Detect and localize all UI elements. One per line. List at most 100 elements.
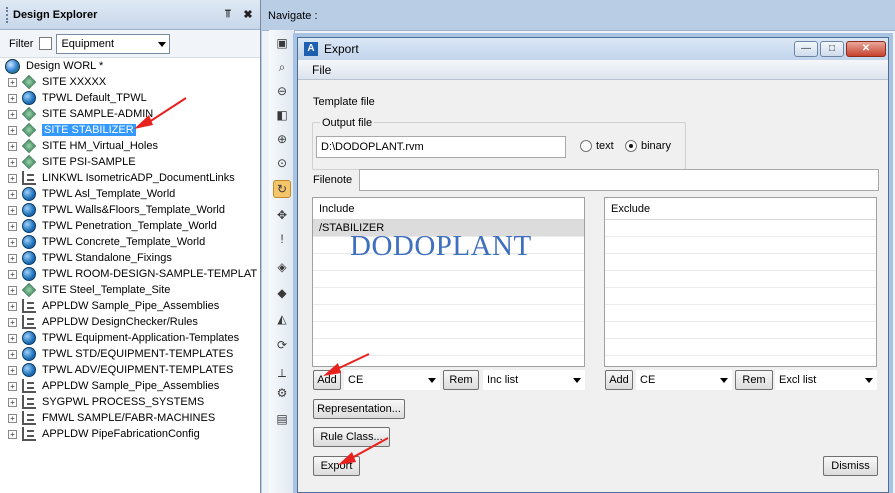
grip-icon[interactable]	[6, 6, 9, 23]
tree-item[interactable]: + APPLDW Sample_Pipe_Assemblies	[0, 298, 260, 314]
tree-item[interactable]: + TPWL Concrete_Template_World	[0, 234, 260, 250]
expand-icon[interactable]: +	[8, 109, 17, 119]
tree-item[interactable]: + SITE XXXXX	[0, 74, 260, 90]
filenote-input[interactable]	[359, 169, 879, 191]
walk-icon[interactable]: !	[273, 230, 291, 248]
tree-item[interactable]: + SITE Steel_Template_Site	[0, 282, 260, 298]
include-rem-button[interactable]: Rem	[443, 370, 479, 390]
tree-item[interactable]: + APPLDW DesignChecker/Rules	[0, 314, 260, 330]
excl-list-dropdown[interactable]: Excl list	[775, 370, 877, 390]
output-file-input[interactable]: D:\DODOPLANT.rvm	[316, 136, 566, 158]
zoom-in-icon[interactable]: ⊕	[273, 130, 291, 148]
tree-item[interactable]: + TPWL STD/EQUIPMENT-TEMPLATES	[0, 346, 260, 362]
tree-item[interactable]: + SITE STABILIZER	[0, 122, 260, 138]
tree-root[interactable]: Design WORL *	[0, 58, 260, 74]
tree-item[interactable]: + SITE HM_Virtual_Holes	[0, 138, 260, 154]
inc-list-value: Inc list	[487, 374, 519, 386]
expand-icon[interactable]: +	[8, 429, 17, 439]
expand-icon[interactable]: +	[8, 77, 17, 87]
list-row	[605, 339, 876, 356]
design-world-icon	[5, 58, 20, 74]
tree-item[interactable]: + LINKWL IsometricADP_DocumentLinks	[0, 170, 260, 186]
tree-item[interactable]: + TPWL Default_TPWL	[0, 90, 260, 106]
exclude-rem-button[interactable]: Rem	[735, 370, 773, 390]
tree-item-label: TPWL ROOM-DESIGN-SAMPLE-TEMPLAT	[42, 268, 258, 280]
tree-item[interactable]: + APPLDW Sample_Pipe_Assemblies	[0, 378, 260, 394]
world-icon	[22, 331, 36, 345]
representation-button[interactable]: Representation...	[313, 399, 405, 419]
expand-icon[interactable]: +	[8, 285, 17, 295]
expand-icon[interactable]: +	[8, 253, 17, 263]
expand-icon[interactable]: +	[8, 189, 17, 199]
exclude-ce-dropdown[interactable]: CE	[636, 370, 732, 390]
filter-dropdown[interactable]: Equipment	[56, 33, 171, 54]
site-icon	[21, 122, 37, 138]
inc-list-dropdown[interactable]: Inc list	[483, 370, 585, 390]
ce-icon[interactable]: ◆	[273, 284, 291, 302]
rule-class-button[interactable]: Rule Class...	[313, 427, 390, 447]
axes-icon[interactable]: ⟂	[273, 364, 291, 382]
view-box-icon[interactable]: ▣	[273, 34, 291, 52]
format-text-radio[interactable]: text	[580, 140, 614, 152]
chevron-down-icon	[720, 378, 728, 383]
tree-item-label: TPWL ADV/EQUIPMENT-TEMPLATES	[42, 364, 234, 376]
expand-icon[interactable]: +	[8, 141, 17, 151]
maximize-button[interactable]: □	[820, 41, 844, 57]
minimize-button[interactable]: —	[794, 41, 818, 57]
format-binary-label: binary	[641, 140, 671, 152]
tree-item[interactable]: + TPWL Asl_Template_World	[0, 186, 260, 202]
include-list[interactable]: Include /STABILIZER	[312, 197, 585, 367]
pin-icon[interactable]: ⫪	[220, 8, 236, 21]
dismiss-button[interactable]: Dismiss	[823, 456, 878, 476]
expand-icon[interactable]: +	[8, 237, 17, 247]
include-ce-dropdown[interactable]: CE	[344, 370, 440, 390]
exclude-add-button[interactable]: Add	[605, 370, 633, 390]
expand-icon[interactable]: +	[8, 301, 17, 311]
zoom-page-icon[interactable]: ⌕	[273, 58, 291, 76]
network-icon[interactable]: ⚙	[273, 384, 291, 402]
expand-icon[interactable]: +	[8, 157, 17, 167]
close-icon[interactable]: ✖	[240, 8, 256, 21]
tree-item[interactable]: + TPWL ADV/EQUIPMENT-TEMPLATES	[0, 362, 260, 378]
expand-icon[interactable]: +	[8, 173, 17, 183]
model-box-icon[interactable]: ◈	[273, 258, 291, 276]
cube-icon[interactable]: ◧	[273, 106, 291, 124]
close-button[interactable]: ✕	[846, 41, 886, 57]
tree-item[interactable]: + SITE SAMPLE-ADMIN	[0, 106, 260, 122]
window-icon[interactable]: ▤	[273, 410, 291, 428]
filter-checkbox[interactable]	[39, 37, 53, 50]
expand-icon[interactable]: +	[8, 333, 17, 343]
expand-icon[interactable]: +	[8, 269, 17, 279]
expand-icon[interactable]: +	[8, 93, 17, 103]
exclude-list[interactable]: Exclude	[604, 197, 877, 367]
expand-icon[interactable]: +	[8, 397, 17, 407]
tree-item[interactable]: + FMWL SAMPLE/FABR-MACHINES	[0, 410, 260, 426]
section-icon[interactable]: ◭	[273, 310, 291, 328]
zoom-out-icon[interactable]: ⊖	[273, 82, 291, 100]
tree-item[interactable]: + TPWL Walls&Floors_Template_World	[0, 202, 260, 218]
tree-item[interactable]: + SITE PSI-SAMPLE	[0, 154, 260, 170]
tree-item[interactable]: + TPWL Penetration_Template_World	[0, 218, 260, 234]
expand-icon[interactable]: +	[8, 205, 17, 215]
tree-item[interactable]: + TPWL Standalone_Fixings	[0, 250, 260, 266]
tree-item[interactable]: + TPWL Equipment-Application-Templates	[0, 330, 260, 346]
refresh-icon[interactable]: ⟳	[273, 336, 291, 354]
expand-icon[interactable]: +	[8, 413, 17, 423]
expand-icon[interactable]: +	[8, 317, 17, 327]
rotate-view-icon[interactable]: ↻	[273, 180, 291, 198]
include-add-button[interactable]: Add	[313, 370, 341, 390]
expand-icon[interactable]: +	[8, 381, 17, 391]
excl-list-value: Excl list	[779, 374, 817, 386]
export-button[interactable]: Export	[313, 456, 360, 476]
expand-icon[interactable]: +	[8, 221, 17, 231]
expand-icon[interactable]: +	[8, 365, 17, 375]
format-binary-radio[interactable]: binary	[625, 140, 671, 152]
tree-item[interactable]: + SYGPWL PROCESS_SYSTEMS	[0, 394, 260, 410]
tree-item[interactable]: + TPWL ROOM-DESIGN-SAMPLE-TEMPLAT	[0, 266, 260, 282]
pan-icon[interactable]: ✥	[273, 206, 291, 224]
menu-file[interactable]: File	[312, 63, 331, 77]
tree-item[interactable]: + APPLDW PipeFabricationConfig	[0, 426, 260, 442]
expand-icon[interactable]: +	[8, 349, 17, 359]
expand-icon[interactable]: +	[8, 125, 17, 135]
magnify-icon[interactable]: ⊙	[273, 154, 291, 172]
